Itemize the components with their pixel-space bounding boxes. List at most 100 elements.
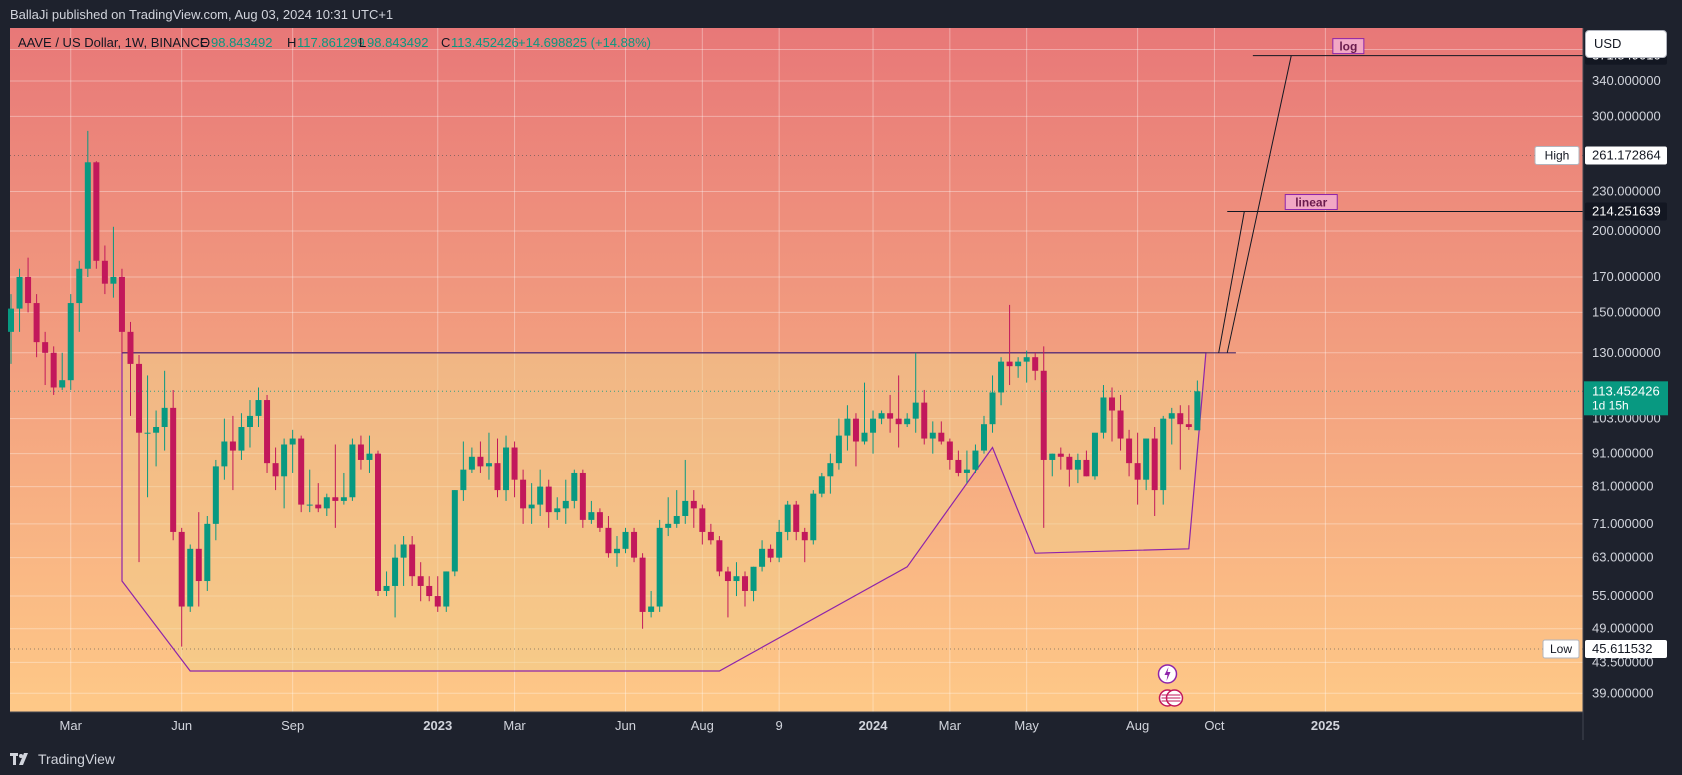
time-axis-tick: Aug [691, 718, 714, 733]
candle-body [340, 497, 347, 501]
candle-body [1109, 397, 1116, 411]
candle-body [733, 576, 740, 582]
candle-body [690, 500, 697, 509]
candle [656, 519, 663, 612]
price-axis-tick: 200.000000 [1592, 223, 1661, 238]
candle-body [221, 441, 228, 467]
currency-button[interactable]: USD [1585, 30, 1667, 58]
candle-body [238, 426, 245, 451]
candle-body [793, 504, 800, 532]
price-axis-tick: 130.000000 [1592, 345, 1661, 360]
price-axis-tick: 230.000000 [1592, 183, 1661, 198]
candle-body [545, 486, 552, 513]
candle-body [776, 531, 783, 558]
candle-body [33, 303, 40, 343]
candle [451, 490, 458, 577]
candle-body [1006, 361, 1013, 367]
price-axis-tick: 91.000000 [1592, 446, 1653, 461]
price-axis-tick: 39.000000 [1592, 685, 1653, 700]
candle-body [596, 512, 603, 528]
candle-body [16, 276, 23, 309]
candle-body [93, 162, 100, 261]
candle-body [298, 438, 305, 505]
price-axis-tick: 340.000000 [1592, 73, 1661, 88]
candle [349, 438, 356, 501]
candle-body [195, 548, 202, 582]
legend-l-value: 98.843492 [367, 35, 428, 50]
price-chart[interactable]: linearlog AAVE / US Dollar, 1W, BINANCE … [0, 0, 1682, 742]
candle-body [929, 432, 936, 439]
candle-body [707, 531, 714, 541]
candle-body [699, 508, 706, 532]
candle-body [673, 515, 680, 524]
candle [579, 469, 586, 528]
candle-body [315, 504, 322, 509]
candle-body [426, 585, 433, 597]
candle-body [264, 400, 271, 464]
candle [187, 544, 194, 612]
candle [1091, 432, 1098, 480]
time-axis-tick: Jun [615, 718, 636, 733]
candle [298, 435, 305, 513]
candle-body [67, 303, 74, 381]
candle-body [1032, 357, 1039, 371]
candle [443, 571, 450, 612]
candle-body [613, 548, 620, 554]
candle-body [255, 400, 262, 416]
candle-body [724, 571, 731, 582]
current-price-text: 113.452426 [1592, 383, 1660, 398]
candle-body [477, 456, 484, 467]
candle [810, 490, 817, 545]
candle [631, 527, 638, 563]
candle-body [246, 415, 253, 427]
candle-body [178, 531, 185, 607]
candle-body [84, 162, 91, 269]
candle-body [1185, 424, 1192, 427]
time-axis-tick: May [1014, 718, 1039, 733]
time-axis[interactable] [10, 712, 1583, 740]
candle-body [485, 463, 492, 467]
candle-body [392, 557, 399, 586]
candle-body [1160, 418, 1167, 491]
line-label: High [1545, 149, 1570, 163]
candle-body [101, 260, 108, 284]
candle [67, 294, 74, 390]
candle-body [187, 548, 194, 607]
candle [204, 515, 211, 591]
candle-body [1074, 459, 1081, 470]
legend-o-label: O [200, 35, 210, 50]
candle-body [1126, 438, 1133, 464]
candle-body [229, 441, 236, 451]
candle-body [434, 596, 441, 607]
legend-ohlc: O 98.843492 H 117.861299 L 98.843492 C 1… [200, 35, 651, 50]
time-axis-tick: 2023 [423, 718, 452, 733]
candle-body [827, 463, 834, 477]
candle-body [1066, 456, 1073, 470]
candle [264, 394, 271, 473]
time-axis-tick: Mar [503, 718, 526, 733]
candle-body [383, 585, 390, 591]
candle-body [136, 363, 143, 433]
candle-body [494, 463, 501, 491]
candle-body [400, 544, 407, 558]
candle-body [605, 527, 612, 554]
price-axis-tick: 49.000000 [1592, 621, 1653, 636]
candle-body [460, 469, 467, 491]
price-axis-tick: 81.000000 [1592, 479, 1653, 494]
candle-body [1134, 463, 1141, 480]
candle-body [648, 606, 655, 612]
candle-body [272, 463, 279, 477]
candle-body [118, 276, 125, 332]
candle [716, 536, 723, 577]
candle-body [306, 504, 313, 506]
candle-body [852, 418, 859, 442]
target-label: log [1339, 40, 1357, 54]
candle-body [1023, 357, 1030, 362]
candle-body [127, 331, 134, 364]
candle-body [938, 432, 945, 442]
candle-body [989, 392, 996, 425]
candle-body [281, 444, 288, 477]
line-label: Low [1550, 642, 1572, 656]
candle-body [76, 268, 83, 304]
candle-body [571, 472, 578, 501]
